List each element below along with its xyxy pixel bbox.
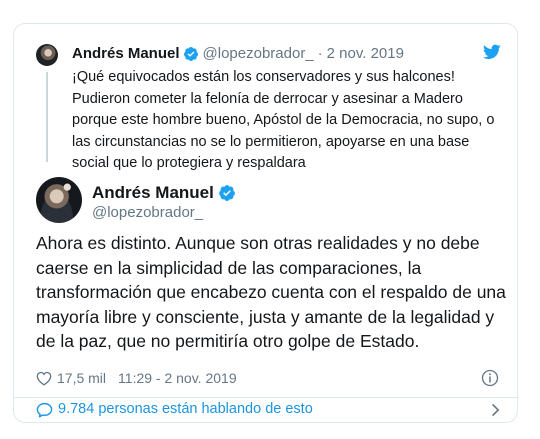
twitter-bird-icon[interactable] <box>483 44 501 60</box>
quoted-author-handle[interactable]: @lopezobrador_ <box>203 44 314 63</box>
quoted-tweet[interactable]: Andrés Manuel @lopezobrador_ · 2 nov. 20… <box>14 24 517 171</box>
quoted-tweet-text: ¡Qué equivocados están los conservadores… <box>72 69 495 171</box>
quoted-header: Andrés Manuel @lopezobrador_ · 2 nov. 20… <box>72 44 404 63</box>
like-count[interactable]: 17,5 mil <box>57 370 106 386</box>
thread-line <box>46 72 48 162</box>
chevron-right-icon[interactable] <box>489 402 501 418</box>
heart-icon[interactable] <box>36 371 52 386</box>
tweet-timestamp[interactable]: 11:29 - 2 nov. 2019 <box>118 370 237 386</box>
author-name-row: Andrés Manuel <box>92 182 236 203</box>
conversation-footer[interactable]: 9.784 personas están hablando de esto <box>14 398 517 422</box>
speech-bubble-icon <box>36 402 53 418</box>
conversation-link[interactable]: 9.784 personas están hablando de esto <box>58 401 313 417</box>
author-avatar[interactable] <box>36 177 82 223</box>
author-handle[interactable]: @lopezobrador_ <box>92 204 203 221</box>
tweet-embed-card: Andrés Manuel @lopezobrador_ · 2 nov. 20… <box>13 23 518 423</box>
quoted-date[interactable]: 2 nov. 2019 <box>327 44 404 63</box>
verified-badge-icon <box>218 184 235 201</box>
verified-badge-icon <box>183 46 198 61</box>
author-name[interactable]: Andrés Manuel <box>92 182 214 203</box>
tweet-text: Ahora es distinto. Aunque son otras real… <box>36 233 506 351</box>
header-separator: · <box>317 45 323 62</box>
quoted-avatar[interactable] <box>36 44 58 66</box>
info-icon[interactable] <box>481 369 499 387</box>
tweet-meta: 17,5 mil 11:29 - 2 nov. 2019 <box>36 370 237 386</box>
quoted-author-name[interactable]: Andrés Manuel <box>72 44 180 63</box>
